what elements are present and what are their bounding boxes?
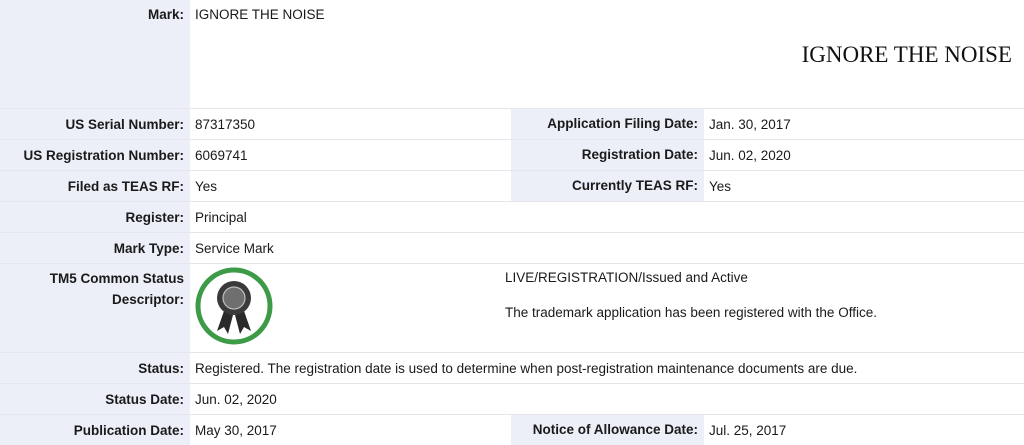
registration-number-value[interactable]: 6069741 — [195, 148, 248, 163]
tm5-label-line2: Descriptor: — [111, 292, 184, 307]
serial-value[interactable]: 87317350 — [195, 117, 255, 132]
mark-type-value: Service Mark — [195, 241, 274, 256]
registration-number-label: US Registration Number: — [23, 148, 184, 163]
mark-type-row: Mark Type: Service Mark — [0, 233, 1024, 264]
register-row: Register: Principal — [0, 202, 1024, 233]
tm5-status-text: LIVE/REGISTRATION/Issued and Active — [505, 270, 748, 285]
status-value: Registered. The registration date is use… — [195, 361, 858, 376]
register-value: Principal — [195, 210, 247, 225]
filing-date-label: Application Filing Date: — [511, 109, 704, 139]
registration-date-label: Registration Date: — [511, 140, 704, 170]
publication-date-label: Publication Date: — [73, 423, 184, 438]
mark-value: IGNORE THE NOISE — [195, 7, 325, 22]
status-date-label: Status Date: — [105, 392, 184, 407]
tm5-label-line1: TM5 Common Status — [49, 271, 184, 286]
tm5-status-description: The trademark application has been regis… — [505, 305, 877, 320]
current-teas-label: Currently TEAS RF: — [511, 171, 704, 201]
publication-date-value: May 30, 2017 — [195, 423, 277, 438]
status-row: Status: Registered. The registration dat… — [0, 353, 1024, 384]
registered-ribbon-icon — [195, 267, 273, 345]
current-teas-value: Yes — [709, 179, 732, 194]
publication-row: Publication Date: May 30, 2017 Notice of… — [0, 415, 1024, 445]
status-label: Status: — [138, 361, 184, 376]
registration-date-value: Jun. 02, 2020 — [709, 148, 791, 163]
mark-image-text: IGNORE THE NOISE — [801, 42, 1012, 67]
serial-label: US Serial Number: — [65, 117, 184, 132]
filed-teas-value: Yes — [195, 179, 218, 194]
registration-row: US Registration Number: 6069741 Registra… — [0, 140, 1024, 171]
filing-date-value: Jan. 30, 2017 — [709, 117, 791, 132]
serial-row: US Serial Number: 87317350 Application F… — [0, 109, 1024, 140]
allowance-date-value: Jul. 25, 2017 — [709, 423, 787, 438]
mark-label: Mark: — [147, 7, 184, 22]
mark-row: Mark: IGNORE THE NOISE IGNORE THE NOISE — [0, 0, 1024, 109]
allowance-date-label: Notice of Allowance Date: — [511, 415, 704, 445]
status-date-value: Jun. 02, 2020 — [195, 392, 277, 407]
register-label: Register: — [125, 210, 184, 225]
teas-row: Filed as TEAS RF: Yes Currently TEAS RF:… — [0, 171, 1024, 202]
status-date-row: Status Date: Jun. 02, 2020 — [0, 384, 1024, 415]
filed-teas-label: Filed as TEAS RF: — [67, 179, 184, 194]
mark-type-label: Mark Type: — [113, 241, 184, 256]
